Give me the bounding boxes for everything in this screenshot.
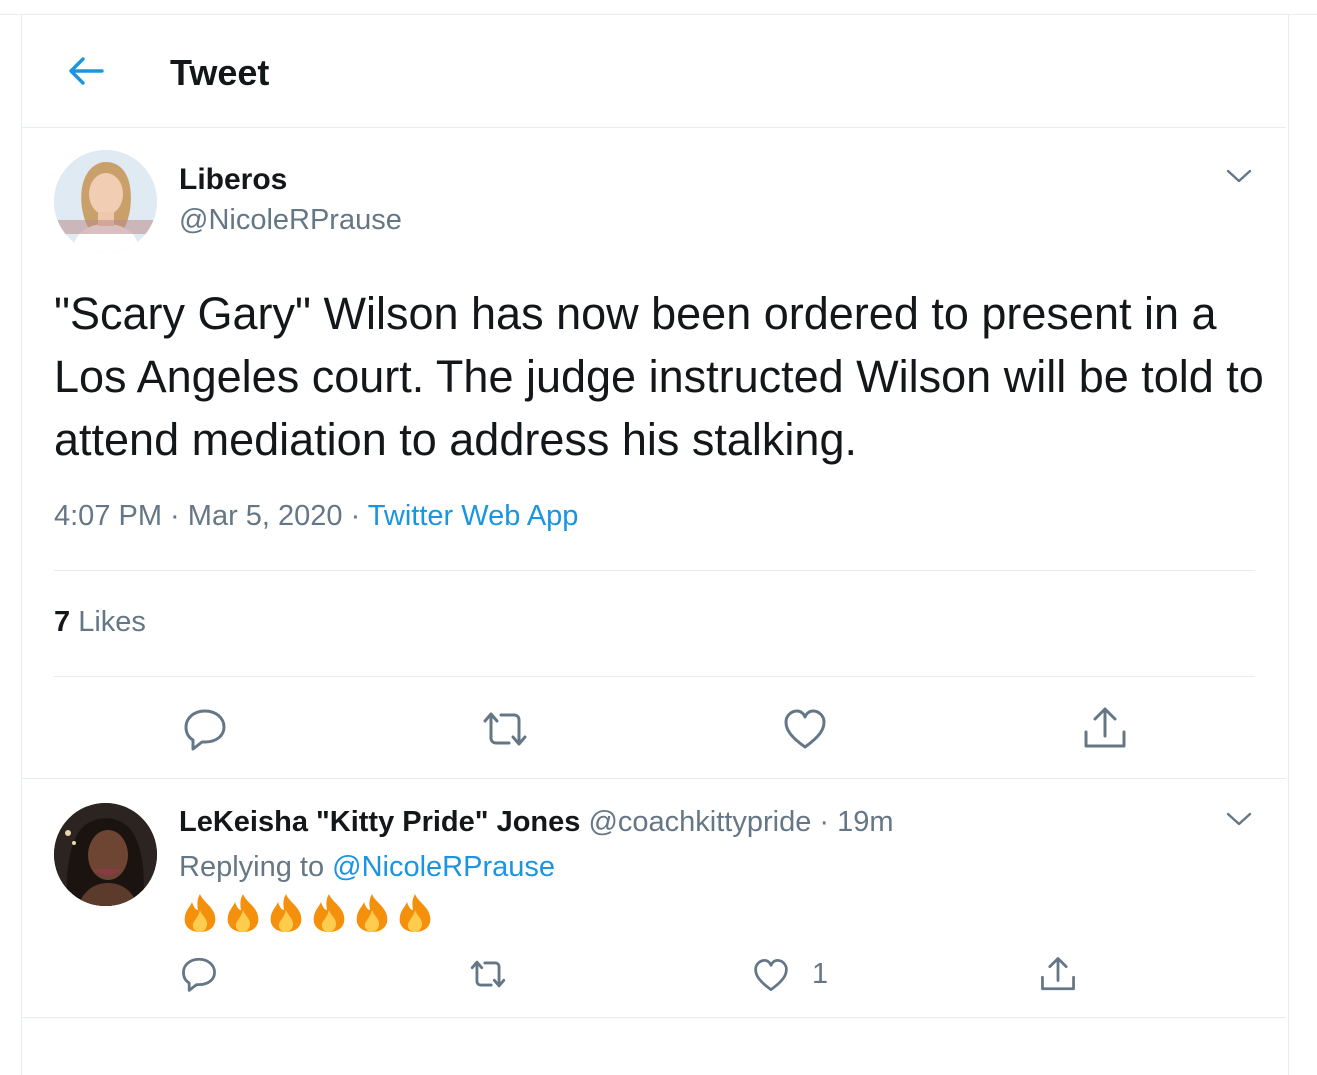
fire-emoji [356, 894, 388, 932]
meta-separator: · [342, 500, 368, 532]
tweet-time[interactable]: 4:07 PM [54, 500, 162, 532]
reply-text [179, 892, 436, 936]
share-icon[interactable] [1040, 956, 1076, 992]
avatar[interactable] [54, 150, 157, 253]
fire-emoji [399, 894, 431, 932]
replying-prefix: Replying to [179, 851, 333, 883]
meta-separator: · [162, 500, 188, 532]
page-title: Tweet [170, 52, 270, 93]
reply-icon[interactable] [183, 707, 227, 751]
chevron-down-icon[interactable] [1226, 811, 1252, 827]
reply-author-handle[interactable]: @coachkittypride [588, 806, 811, 838]
author-name[interactable]: Liberos [179, 163, 287, 197]
back-arrow-icon[interactable] [66, 54, 106, 88]
tweet-source-link[interactable]: Twitter Web App [368, 500, 579, 532]
reply-author-name[interactable]: LeKeisha "Kitty Pride" Jones [179, 806, 580, 838]
fire-emoji [184, 894, 216, 932]
like-icon[interactable] [783, 708, 827, 750]
avatar[interactable] [54, 803, 157, 906]
tweet-date[interactable]: Mar 5, 2020 [188, 500, 343, 532]
tweet-text: "Scary Gary" Wilson has now been ordered… [54, 288, 1264, 465]
chevron-down-icon[interactable] [1226, 168, 1252, 184]
reply-time[interactable]: 19m [837, 806, 893, 838]
likes-label: Likes [70, 606, 146, 638]
like-count: 1 [812, 958, 829, 990]
tweet-meta: 4:07 PM · Mar 5, 2020 · Twitter Web App [54, 500, 578, 533]
divider [22, 1017, 1286, 1018]
fire-emoji [227, 894, 259, 932]
divider [54, 570, 1255, 571]
share-icon[interactable] [1083, 706, 1127, 750]
fire-emoji [270, 894, 302, 932]
retweet-icon[interactable] [481, 710, 529, 748]
author-handle[interactable]: @NicoleRPrause [179, 204, 402, 237]
divider [54, 676, 1255, 677]
reply-header: LeKeisha "Kitty Pride" Jones @coachkitty… [179, 806, 894, 839]
replying-to-mention[interactable]: @NicoleRPrause [332, 851, 555, 883]
likes-stat[interactable]: 7 Likes [54, 606, 146, 639]
fire-emoji [313, 894, 345, 932]
like-icon[interactable] [753, 958, 789, 992]
likes-count: 7 [54, 606, 71, 638]
divider [22, 778, 1286, 779]
reply-icon[interactable] [181, 956, 217, 992]
replying-to: Replying to @NicoleRPrause [179, 851, 555, 884]
meta-separator: · [811, 806, 838, 838]
retweet-icon[interactable] [469, 959, 507, 989]
